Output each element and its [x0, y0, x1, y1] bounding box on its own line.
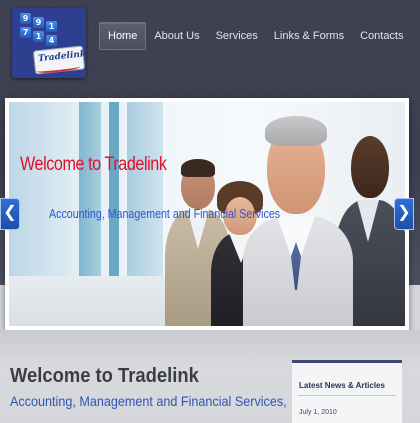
main-nav: Home About Us Services Links & Forms Con… — [99, 22, 412, 50]
nav-item-links-forms[interactable]: Links & Forms — [266, 23, 352, 49]
nav-item-services[interactable]: Services — [208, 23, 266, 49]
nav-item-home[interactable]: Home — [99, 22, 147, 50]
page-title: Welcome to Tradelink — [10, 365, 199, 387]
slider-prev-button[interactable]: ❮ — [0, 198, 20, 230]
news-title: Latest News & Articles — [299, 381, 385, 390]
logo-key: 9 — [20, 13, 31, 24]
chevron-left-icon: ❮ — [3, 204, 17, 221]
nav-item-contacts[interactable]: Contacts — [352, 23, 411, 49]
logo-key: 9 — [33, 17, 44, 28]
nav-item-about-us[interactable]: About Us — [146, 23, 207, 49]
news-date[interactable]: July 1, 2010 — [299, 409, 337, 416]
news-panel: Latest News & Articles July 1, 2010 — [292, 360, 402, 423]
logo-key: 1 — [46, 21, 57, 32]
logo-key: 4 — [46, 35, 57, 46]
page-subtitle: Accounting, Management and Financial Ser… — [10, 393, 287, 409]
hero-slider: Welcome to Tradelink Accounting, Managem… — [5, 98, 409, 330]
slide-title: Welcome to Tradelink — [20, 154, 167, 175]
slide-subtitle: Accounting, Management and Financial Ser… — [49, 206, 281, 221]
hero-slide-image: Welcome to Tradelink Accounting, Managem… — [9, 102, 405, 326]
logo-key: 7 — [20, 27, 31, 38]
chevron-right-icon: ❯ — [397, 204, 411, 221]
tradelink-logo[interactable]: 9 9 1 7 1 4 Tradelink — [12, 8, 86, 78]
slider-next-button[interactable]: ❯ — [394, 198, 414, 230]
logo-key: 1 — [33, 31, 44, 42]
news-divider — [298, 395, 396, 396]
